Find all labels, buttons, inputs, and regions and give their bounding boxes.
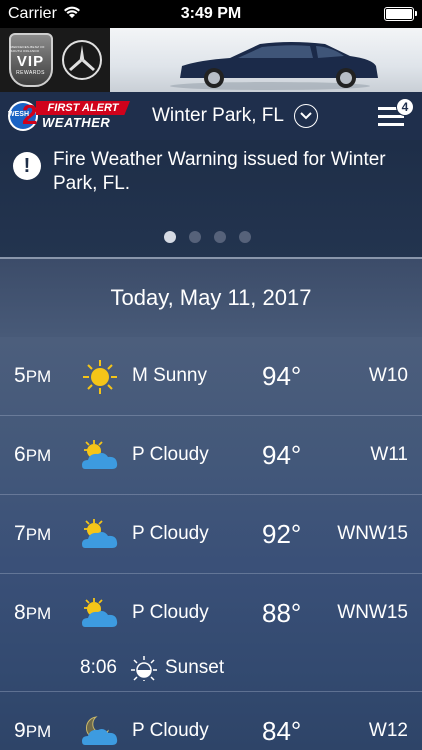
forecast-hour: 9PM bbox=[14, 719, 52, 742]
sunset-icon bbox=[130, 654, 158, 682]
forecast-temp: 94° bbox=[262, 440, 302, 470]
forecast-temp: 92° bbox=[262, 519, 302, 549]
forecast-row[interactable]: 6PM P Cloudy 94° W11 bbox=[0, 416, 422, 495]
day-heading: Today, May 11, 2017 bbox=[0, 259, 422, 337]
status-left: Carrier bbox=[8, 5, 81, 24]
forecast-wind: W10 bbox=[368, 365, 408, 386]
vip-rewards-text: REWARDS bbox=[16, 69, 45, 76]
partly-cloudy-icon bbox=[80, 595, 120, 633]
vip-small-text: MERCEDES-BENZ OF SOUTH ORLANDO bbox=[10, 44, 45, 53]
partly-cloudy-icon bbox=[80, 516, 120, 554]
logo-weather-text: WEATHER bbox=[42, 115, 111, 130]
forecast-hour: 8PM bbox=[14, 601, 52, 624]
status-bar: Carrier 3:49 PM bbox=[0, 0, 422, 28]
menu-button[interactable]: 4 bbox=[378, 98, 414, 130]
forecast-temp: 88° bbox=[262, 598, 302, 628]
page-indicator[interactable] bbox=[164, 231, 251, 243]
page-dot[interactable] bbox=[189, 231, 201, 243]
sunset-time: 8:06 bbox=[80, 657, 117, 678]
mercedes-star-icon bbox=[61, 40, 102, 80]
forecast-condition: P Cloudy bbox=[132, 523, 209, 544]
location-label[interactable]: Winter Park, FL bbox=[152, 105, 284, 127]
wesh-first-alert-logo: 2 WESH FIRST ALERT WEATHER bbox=[2, 96, 132, 136]
partly-cloudy-night-icon bbox=[80, 713, 120, 750]
page-dot[interactable] bbox=[164, 231, 176, 243]
forecast-condition: P Cloudy bbox=[132, 602, 209, 623]
logo-station: WESH bbox=[8, 111, 29, 118]
forecast-wind: W12 bbox=[368, 720, 408, 741]
sunset-label: Sunset bbox=[165, 657, 225, 678]
forecast-hour: 6PM bbox=[14, 443, 52, 466]
forecast-wind: WNW15 bbox=[337, 602, 408, 623]
page-dot[interactable] bbox=[239, 231, 251, 243]
ad-banner[interactable]: MERCEDES-BENZ OF SOUTH ORLANDO VIP REWAR… bbox=[0, 28, 422, 92]
vip-text: VIP bbox=[16, 52, 45, 70]
forecast-condition: P Cloudy bbox=[132, 444, 209, 465]
forecast-wind: WNW15 bbox=[337, 523, 408, 544]
partly-cloudy-icon bbox=[80, 437, 120, 475]
hourly-forecast-list[interactable]: 5PM M Sunny 94° W10 6PM P Cloudy 94° W11… bbox=[0, 337, 422, 750]
ad-logos: MERCEDES-BENZ OF SOUTH ORLANDO VIP REWAR… bbox=[0, 28, 110, 92]
alert-text[interactable]: Fire Weather Warning issued for Winter P… bbox=[53, 148, 403, 196]
forecast-hour: 5PM bbox=[14, 364, 52, 387]
forecast-hour: 7PM bbox=[14, 522, 52, 545]
forecast-temp: 94° bbox=[262, 361, 302, 391]
forecast-row[interactable]: 9PM P Cloudy 84° W12 bbox=[0, 692, 422, 750]
vip-rewards-logo: MERCEDES-BENZ OF SOUTH ORLANDO VIP REWAR… bbox=[8, 33, 53, 87]
forecast-row[interactable]: 5PM M Sunny 94° W10 bbox=[0, 337, 422, 416]
carrier-label: Carrier bbox=[8, 5, 57, 22]
battery-icon bbox=[384, 7, 417, 21]
location-chevron-down-icon[interactable] bbox=[293, 104, 318, 128]
app-header: 2 WESH FIRST ALERT WEATHER Winter Park, … bbox=[0, 92, 422, 140]
forecast-condition: M Sunny bbox=[132, 365, 207, 386]
forecast-wind: W11 bbox=[370, 444, 408, 465]
sunset-row: 8:06 Sunset bbox=[0, 652, 422, 692]
page-dot[interactable] bbox=[214, 231, 226, 243]
alert-exclamation-icon: ! bbox=[13, 152, 41, 180]
forecast-row[interactable]: 8PM P Cloudy 88° WNW15 8:06 Sunset bbox=[0, 574, 422, 692]
sunny-icon bbox=[80, 358, 120, 396]
forecast-row[interactable]: 7PM P Cloudy 92° WNW15 bbox=[0, 495, 422, 574]
alert-carousel[interactable]: ! Fire Weather Warning issued for Winter… bbox=[0, 140, 422, 257]
forecast-condition: P Cloudy bbox=[132, 720, 209, 741]
ad-car-image bbox=[110, 28, 422, 92]
wifi-icon bbox=[63, 5, 81, 24]
menu-badge: 4 bbox=[396, 98, 414, 116]
first-alert-banner: FIRST ALERT bbox=[36, 101, 130, 115]
forecast-temp: 84° bbox=[262, 716, 302, 746]
